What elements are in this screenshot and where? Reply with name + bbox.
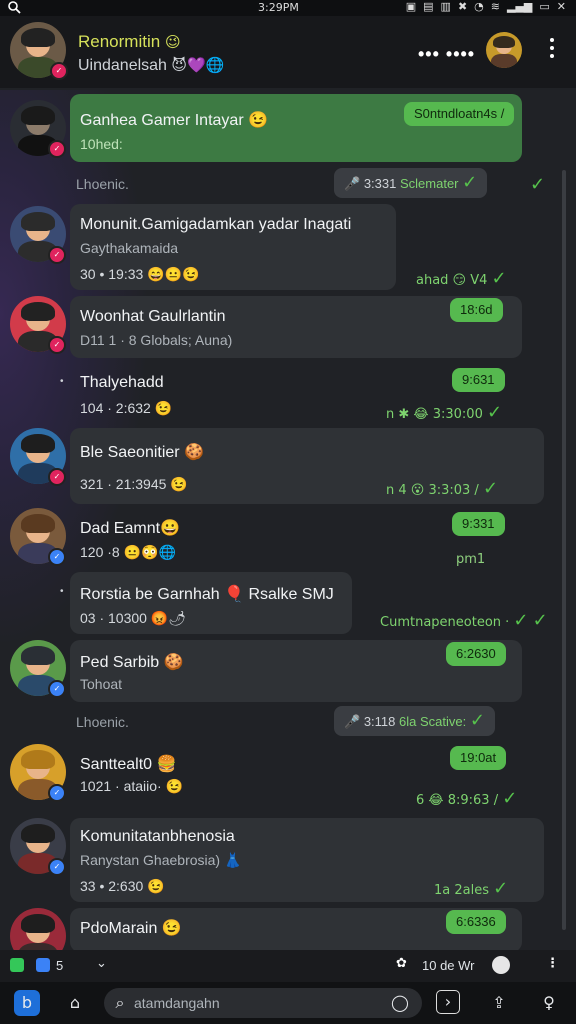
time-pill: 9:631 — [452, 368, 505, 392]
time-pill: 6:6336 — [446, 910, 506, 934]
signal-icon: ◔ — [474, 0, 484, 13]
status-bar: 3:29PM ▣ ▤ ▥ ✖ ◔ ≋ ▂▄▆ ▭ ✕ — [0, 0, 576, 16]
tabs-icon[interactable]: › — [436, 990, 460, 1014]
message-bubble: Woonhat Gaulrlantin D11 1 · 8 Globals; A… — [70, 296, 522, 358]
list-item[interactable]: ✓ Dad Eamnt😀 120 ·8 😐😳🌐 9:331 pm1 — [0, 508, 576, 576]
bottom-nav: b ⌂ ⌕ atamdangahn ◯ › ⇪ ♀ — [0, 982, 576, 1024]
message-bubble: PdoMarain 😉 6:6336 — [70, 908, 522, 950]
list-item[interactable]: ✓ Santtealt0 🍔 1021 · ataiio· 😉 19:0at 6… — [0, 744, 576, 816]
badge-icon: ✓ — [48, 858, 66, 876]
whatsapp-icon[interactable] — [10, 958, 24, 972]
calendar-icon: ▤ — [423, 0, 434, 13]
bing-icon[interactable]: b — [14, 990, 40, 1016]
profile-avatar[interactable] — [486, 32, 522, 68]
location-icon[interactable]: ♀ — [536, 990, 562, 1016]
badge-icon: ✓ — [48, 548, 66, 566]
app-tab-strip: 5 ⌄ ✿ 10 de Wr ⋮ — [0, 950, 576, 982]
tab-count: 5 — [56, 958, 64, 973]
voice-note-box[interactable]: 🎤 3:331 Sclemater ✓ — [334, 168, 488, 198]
more-icon[interactable]: ⋮ — [546, 956, 559, 971]
badge-icon: ✓ — [48, 336, 66, 354]
chat-bubble-icon[interactable]: ◯ — [390, 990, 410, 1016]
time-pill: 9:331 — [452, 512, 505, 536]
list-item[interactable]: ✓ Ble Saeonitier 🍪 321 · 21:3945 😉 n 4 😮… — [0, 428, 576, 508]
badge-icon: ✓ — [48, 680, 66, 698]
mute-icon: ✖ — [457, 0, 468, 13]
home-icon[interactable]: ⌂ — [62, 990, 88, 1016]
blue-app-icon[interactable] — [36, 958, 50, 972]
wifi-icon: ≋ — [490, 0, 500, 13]
search-icon[interactable] — [8, 1, 21, 17]
avatar — [10, 908, 66, 950]
mic-icon: 🎤 — [344, 715, 361, 730]
header-subtitle: Uindanelsah 😈💜🌐 — [78, 56, 225, 74]
notif-icon: ▣ — [405, 0, 417, 13]
message-bubble: Ganhea Gamer Intayar 😉 10hed: S0ntndloat… — [70, 94, 522, 162]
chevron-icon[interactable]: ⌄ — [96, 956, 107, 971]
badge-icon: ✓ — [48, 246, 66, 264]
more-options-icon[interactable] — [550, 38, 554, 62]
app-icon: ▥ — [440, 0, 451, 13]
list-item[interactable]: ✓ Monunit.Gamigadamkan yadar Inagati Gay… — [0, 204, 576, 294]
search-icon: ⌕ — [115, 993, 125, 1012]
message-bubble: Rorstia be Garnhah 🎈 Rsalke SMJ 03 · 103… — [70, 572, 352, 634]
list-item[interactable]: • Rorstia be Garnhah 🎈 Rsalke SMJ 03 · 1… — [0, 572, 576, 638]
time-pill: 19:0at — [450, 746, 507, 770]
badge-icon: ✓ — [48, 784, 66, 802]
list-item[interactable]: PdoMarain 😉 6:6336 — [0, 908, 576, 950]
scrollbar[interactable] — [562, 170, 566, 930]
message-bubble: Monunit.Gamigadamkan yadar Inagati Gayth… — [70, 204, 396, 290]
list-item[interactable]: • Thalyehadd 104 · 2:632 😉 9:631 n ✱ 😂 3… — [0, 364, 576, 428]
header-title: Renormitin 😉 — [78, 32, 181, 51]
list-item[interactable]: ✓ Ganhea Gamer Intayar 😉 10hed: S0ntndlo… — [0, 94, 576, 166]
voice-note-box[interactable]: 🎤 3:118 6la Scative: ✓ — [334, 706, 495, 736]
badge-icon: ✓ — [48, 468, 66, 486]
apps-icon[interactable]: ✿ — [396, 956, 407, 971]
list-item[interactable]: ✓ Ped Sarbib 🍪 Tohoat 6:2630 — [0, 640, 576, 706]
chat-header: ✓ Renormitin 😉 Uindanelsah 😈💜🌐 ••• •••• — [0, 16, 576, 88]
date-separator: Lhoenic. 🎤 3:331 Sclemater ✓ ✓ — [0, 168, 576, 202]
close-icon: ✕ — [556, 0, 566, 13]
bars-icon: ▂▄▆ — [506, 0, 533, 13]
date-separator: Lhoenic. 🎤 3:118 6la Scative: ✓ — [0, 706, 576, 740]
battery-icon: ▭ — [539, 0, 550, 13]
tab-strip-right: 10 de Wr — [422, 958, 475, 973]
time-pill: 6:2630 — [446, 642, 506, 666]
avatar-mini-icon[interactable] — [492, 956, 510, 974]
header-dots[interactable]: ••• •••• — [418, 44, 475, 65]
chat-list: ✓ Ganhea Gamer Intayar 😉 10hed: S0ntndlo… — [0, 88, 576, 950]
message-bubble: Ped Sarbib 🍪 Tohoat 6:2630 — [70, 640, 522, 702]
mic-icon: 🎤 — [344, 177, 361, 192]
time-pill: S0ntndloatn4s / — [404, 102, 515, 126]
status-time: 3:29PM — [258, 1, 299, 14]
time-pill: 18:6d — [450, 298, 503, 322]
list-item[interactable]: ✓ Woonhat Gaulrlantin D11 1 · 8 Globals;… — [0, 296, 576, 362]
share-icon[interactable]: ⇪ — [486, 990, 512, 1016]
message-bubble: Dad Eamnt😀 120 ·8 😐😳🌐 — [80, 520, 180, 560]
search-input[interactable]: ⌕ atamdangahn ◯ — [104, 988, 422, 1018]
verified-badge-icon: ✓ — [50, 62, 68, 80]
badge-icon: ✓ — [48, 140, 66, 158]
status-icons: ▣ ▤ ▥ ✖ ◔ ≋ ▂▄▆ ▭ ✕ — [406, 0, 566, 13]
list-item[interactable]: ✓ Komunitatanbhenosia Ranystan Ghaebrosi… — [0, 818, 576, 906]
